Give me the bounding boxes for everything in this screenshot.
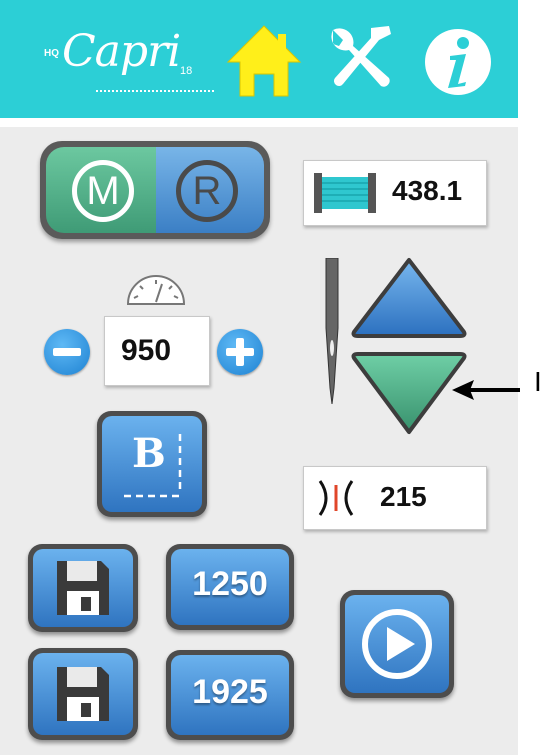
logo-suffix: 18 bbox=[180, 65, 193, 77]
floppy-disk-icon bbox=[57, 667, 109, 721]
regulated-mode-button[interactable]: R bbox=[156, 147, 264, 233]
needle-up-button[interactable] bbox=[350, 256, 468, 340]
floppy-disk-icon bbox=[57, 561, 109, 615]
bobbin-value: 438.1 bbox=[392, 175, 463, 206]
speed-increase-button[interactable] bbox=[217, 329, 263, 375]
save-preset-2-button[interactable] bbox=[28, 648, 138, 740]
needle-down-button[interactable] bbox=[350, 350, 468, 436]
info-icon[interactable] bbox=[420, 20, 496, 100]
speed-decrease-button[interactable] bbox=[44, 329, 90, 375]
logo-underline bbox=[96, 90, 214, 92]
preset-2-value: 1925 bbox=[192, 673, 268, 711]
preset-2-button[interactable]: 1925 bbox=[166, 650, 294, 740]
play-icon bbox=[362, 609, 432, 679]
baste-button[interactable]: B bbox=[97, 411, 207, 517]
bobbin-counter[interactable]: 438.1 bbox=[303, 160, 487, 226]
logo-text: Capri bbox=[62, 26, 181, 77]
speed-value: 950 bbox=[121, 334, 172, 367]
home-icon[interactable] bbox=[226, 20, 302, 100]
mode-toggle[interactable]: M R bbox=[40, 141, 270, 239]
minus-icon bbox=[53, 348, 81, 356]
needle-icon bbox=[325, 258, 339, 404]
needle-down-icon bbox=[351, 352, 467, 434]
stitch-value: 215 bbox=[380, 481, 427, 512]
regulated-mode-label: R bbox=[176, 160, 238, 222]
speed-display: 950 bbox=[104, 316, 210, 386]
annotation-label: I bbox=[534, 366, 542, 397]
logo-prefix: HQ bbox=[44, 48, 59, 59]
tools-icon[interactable] bbox=[323, 20, 399, 100]
pointer-arrow bbox=[452, 380, 520, 400]
preset-1-button[interactable]: 1250 bbox=[166, 544, 294, 630]
manual-mode-label: M bbox=[72, 160, 134, 222]
stitch-icon bbox=[318, 480, 354, 516]
speedometer-icon bbox=[126, 275, 186, 305]
bobbin-icon bbox=[314, 173, 376, 213]
stitch-counter[interactable]: 215 bbox=[303, 466, 487, 530]
app-header: HQ Capri 18 bbox=[0, 0, 518, 118]
save-preset-1-button[interactable] bbox=[28, 544, 138, 632]
manual-mode-button[interactable]: M bbox=[46, 147, 156, 233]
needle-up-icon bbox=[351, 258, 467, 338]
preset-1-value: 1250 bbox=[192, 565, 268, 603]
play-button[interactable] bbox=[340, 590, 454, 698]
baste-stitch-icon bbox=[124, 434, 182, 498]
